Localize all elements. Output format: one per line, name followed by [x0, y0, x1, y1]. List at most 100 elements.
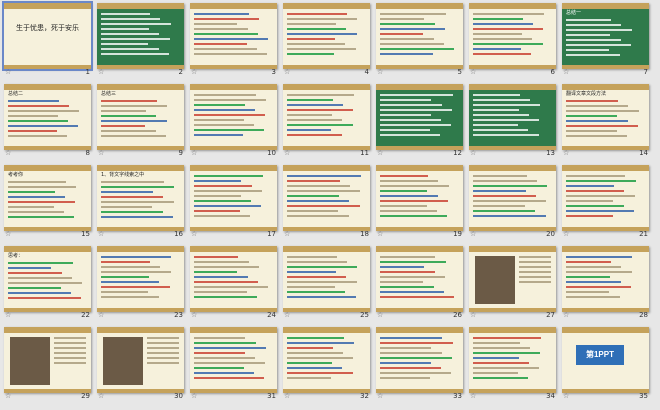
- slide-footer-bar: [469, 227, 556, 231]
- slide-footer-bar: [376, 308, 463, 312]
- slide-header-bar: [469, 327, 556, 333]
- slide-thumbnail[interactable]: 考考你: [4, 165, 91, 231]
- slide-thumbnail-cell: 生于忧患，死于安乐 ☆ 1: [2, 1, 93, 76]
- slide-footer-bar: [97, 389, 184, 393]
- slide-thumbnail[interactable]: 翻译文章文段方法: [562, 84, 649, 150]
- slide-thumbnail[interactable]: [562, 246, 649, 312]
- slide-transition-icon: ☆: [284, 230, 291, 238]
- slide-thumbnail-cell: ☆ 3: [190, 3, 277, 76]
- slide-thumbnail[interactable]: [376, 3, 463, 69]
- slide-thumbnail[interactable]: 总结二: [4, 84, 91, 150]
- slide-transition-icon: ☆: [98, 230, 105, 238]
- slide-thumbnail[interactable]: [283, 246, 370, 312]
- slide-thumbnail[interactable]: [283, 84, 370, 150]
- slide-thumbnail[interactable]: [562, 165, 649, 231]
- slide-thumbnail[interactable]: [469, 327, 556, 393]
- slide-transition-icon: ☆: [284, 311, 291, 319]
- slide-transition-icon: ☆: [470, 392, 477, 400]
- slide-footer-bar: [283, 389, 370, 393]
- slide-text-lines: [194, 337, 273, 382]
- slide-footer-bar: [190, 146, 277, 150]
- slide-thumbnail-cell: ☆ 5: [376, 3, 463, 76]
- slide-header-bar: [376, 327, 463, 333]
- slide-thumbnail-cell: ☆ 12: [376, 84, 463, 157]
- slide-footer-bar: [283, 146, 370, 150]
- slide-number: 28: [639, 311, 648, 319]
- slide-footer-bar: [283, 65, 370, 69]
- slide-thumbnail[interactable]: [190, 246, 277, 312]
- slide-thumbnail[interactable]: 思考：: [4, 246, 91, 312]
- slide-thumbnail[interactable]: 总结三: [97, 84, 184, 150]
- slide-thumbnail[interactable]: [469, 84, 556, 150]
- slide-thumbnail-cell: ☆ 20: [469, 165, 556, 238]
- slide-thumbnail[interactable]: [469, 246, 556, 312]
- slide-header-bar: [562, 246, 649, 252]
- slide-thumbnail-cell: 总结二 ☆ 8: [4, 84, 91, 157]
- slide-thumbnail[interactable]: [190, 3, 277, 69]
- slide-number: 24: [267, 311, 276, 319]
- slide-thumbnail[interactable]: [376, 246, 463, 312]
- slide-text-lines: [380, 94, 459, 139]
- slide-transition-icon: ☆: [5, 68, 12, 76]
- slide-thumbnail[interactable]: [190, 84, 277, 150]
- slide-transition-icon: ☆: [191, 68, 198, 76]
- slide-thumbnail-cell: ☆ 6: [469, 3, 556, 76]
- slide-thumbnail[interactable]: [469, 3, 556, 69]
- slide-header-bar: [376, 165, 463, 171]
- slide-thumbnail-cell: ☆ 25: [283, 246, 370, 319]
- slide-transition-icon: ☆: [5, 149, 12, 157]
- slide-thumbnail-cell: ☆ 4: [283, 3, 370, 76]
- slide-text-lines: [194, 175, 273, 220]
- slide-thumbnail[interactable]: [190, 165, 277, 231]
- slide-header-bar: [562, 3, 649, 9]
- slide-thumbnail[interactable]: [376, 165, 463, 231]
- slide-thumbnail-cell: 总结三 ☆ 9: [97, 84, 184, 157]
- slide-thumbnail[interactable]: [283, 3, 370, 69]
- slide-number: 4: [364, 68, 369, 76]
- slide-thumbnail[interactable]: [97, 246, 184, 312]
- slide-footer-bar: [4, 308, 91, 312]
- slide-footer-bar: [376, 389, 463, 393]
- slide-header-bar: [469, 165, 556, 171]
- slide-text-lines: [287, 175, 366, 220]
- slide-transition-icon: ☆: [98, 311, 105, 319]
- slide-header-bar: [4, 327, 91, 333]
- slide-text-lines: [566, 100, 645, 140]
- slide-thumbnail[interactable]: [469, 165, 556, 231]
- slide-thumbnail[interactable]: [283, 327, 370, 393]
- slide-thumbnail[interactable]: [4, 327, 91, 393]
- slide-transition-icon: ☆: [191, 392, 198, 400]
- slide-number: 32: [360, 392, 369, 400]
- slide-transition-icon: ☆: [98, 68, 105, 76]
- slide-title-text: 思考：: [8, 253, 24, 259]
- slide-thumbnail-cell: 第1PPT ☆ 35: [562, 327, 649, 400]
- slide-text-lines: [473, 13, 552, 58]
- slide-header-bar: [283, 3, 370, 9]
- slide-transition-icon: ☆: [470, 149, 477, 157]
- slide-thumbnail[interactable]: [97, 3, 184, 69]
- slide-footer-bar: [4, 389, 91, 393]
- slide-number: 26: [453, 311, 462, 319]
- slide-text-lines: [101, 13, 180, 58]
- slide-thumbnail-cell: ☆ 19: [376, 165, 463, 238]
- slide-text-lines: [54, 337, 86, 367]
- slide-header-bar: [4, 84, 91, 90]
- slide-header-bar: [97, 3, 184, 9]
- slide-thumbnail[interactable]: 总结一: [562, 3, 649, 69]
- slide-thumbnail-cell: ☆ 13: [469, 84, 556, 157]
- slide-thumbnail[interactable]: [190, 327, 277, 393]
- slide-thumbnail-cell: 思考： ☆ 22: [4, 246, 91, 319]
- slide-transition-icon: ☆: [470, 230, 477, 238]
- slide-thumbnail[interactable]: [376, 84, 463, 150]
- slide-thumbnail[interactable]: [376, 327, 463, 393]
- slide-thumbnail[interactable]: 1、背文字线索之中: [97, 165, 184, 231]
- slide-thumbnail[interactable]: 第1PPT: [562, 327, 649, 393]
- slide-footer-bar: [562, 146, 649, 150]
- slide-thumbnail[interactable]: 生于忧患，死于安乐: [2, 1, 93, 71]
- slide-thumbnail[interactable]: [97, 327, 184, 393]
- slide-thumbnail[interactable]: [283, 165, 370, 231]
- slide-thumbnail-cell: ☆ 27: [469, 246, 556, 319]
- slide-text-lines: [380, 256, 459, 301]
- slide-thumbnail-cell: ☆ 30: [97, 327, 184, 400]
- slide-thumbnail-cell: ☆ 10: [190, 84, 277, 157]
